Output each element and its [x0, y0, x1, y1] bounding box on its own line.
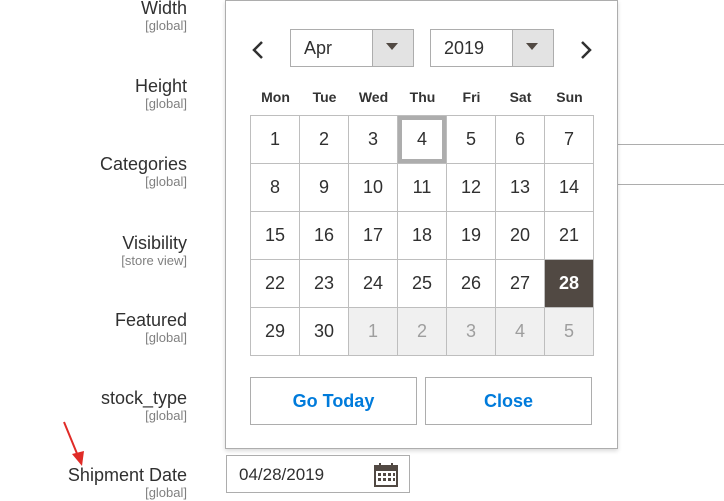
calendar-day[interactable]: 17 [348, 211, 398, 260]
field-stock-type: stock_type [global] [101, 388, 187, 423]
field-label: Visibility [122, 233, 187, 253]
field-label: Width [140, 0, 187, 18]
field-scope: [global] [145, 18, 187, 33]
month-value: Apr [304, 38, 333, 58]
field-scope: [store view] [121, 253, 187, 268]
field-categories: Categories [global] [100, 154, 187, 189]
calendar-day[interactable]: 1 [348, 307, 398, 356]
weekday-label: Mon [261, 89, 290, 105]
red-arrow-annotation [63, 421, 84, 466]
weekday-label: Fri [462, 89, 481, 105]
calendar-grid: 1 2 3 4 5 6 7 8 9 10 11 12 13 14 15 16 17 18 19 20 21 22 23 24 2… [250, 115, 594, 356]
calendar-day[interactable]: 23 [299, 259, 349, 308]
calendar-day[interactable]: 4 [495, 307, 545, 356]
calendar-day[interactable]: 24 [348, 259, 398, 308]
field-width: Width [global] [141, 0, 187, 33]
calendar-day[interactable]: 10 [348, 163, 398, 212]
chevron-left-icon[interactable] [246, 35, 270, 65]
go-today-button[interactable]: Go Today [250, 377, 417, 425]
calendar-day[interactable]: 11 [397, 163, 447, 212]
weekday-label: Sat [509, 89, 532, 105]
weekday-label: Tue [312, 89, 337, 105]
calendar-day[interactable]: 2 [299, 115, 349, 164]
weekday-label: Wed [358, 89, 389, 105]
calendar-day[interactable]: 22 [250, 259, 300, 308]
calendar-day[interactable]: 12 [446, 163, 496, 212]
field-edge [617, 184, 724, 185]
close-button[interactable]: Close [425, 377, 592, 425]
field-label: Categories [99, 154, 187, 174]
calendar-day[interactable]: 2 [397, 307, 447, 356]
year-select[interactable]: 2019 [430, 29, 554, 67]
calendar-day[interactable]: 30 [299, 307, 349, 356]
calendar-icon[interactable] [373, 462, 399, 488]
calendar-day[interactable]: 3 [446, 307, 496, 356]
chevron-down-icon [386, 43, 398, 50]
field-label: stock_type [100, 388, 187, 408]
calendar-day[interactable]: 25 [397, 259, 447, 308]
field-edge [617, 144, 724, 145]
calendar-day[interactable]: 8 [250, 163, 300, 212]
field-height: Height [global] [135, 76, 187, 111]
calendar-day[interactable]: 29 [250, 307, 300, 356]
calendar-day[interactable]: 9 [299, 163, 349, 212]
calendar-day[interactable]: 27 [495, 259, 545, 308]
calendar-day[interactable]: 3 [348, 115, 398, 164]
calendar-day-selected[interactable]: 28 [544, 259, 594, 308]
shipment-date-value: 04/28/2019 [239, 465, 325, 484]
calendar-day[interactable]: 13 [495, 163, 545, 212]
field-scope: [global] [145, 96, 187, 111]
field-visibility: Visibility [store view] [121, 233, 187, 268]
field-label: Featured [114, 310, 187, 330]
chevron-down-icon [526, 43, 538, 50]
month-dropdown-button[interactable] [372, 30, 413, 66]
calendar-week-row: 29 30 1 2 3 4 5 [250, 307, 594, 356]
field-featured: Featured [global] [115, 310, 187, 345]
field-shipment-date: Shipment Date [global] [68, 465, 187, 500]
field-label: Height [134, 76, 187, 96]
calendar-week-row: 1234567 [250, 115, 594, 164]
calendar-day[interactable]: 5 [544, 307, 594, 356]
calendar-week-row: 22 23 24 25 26 27 28 [250, 259, 594, 308]
calendar-day[interactable]: 14 [544, 163, 594, 212]
weekday-label: Sun [556, 89, 583, 105]
calendar-day[interactable]: 16 [299, 211, 349, 260]
calendar-day[interactable]: 18 [397, 211, 447, 260]
calendar-week-row: 8 9 10 11 12 13 14 [250, 163, 594, 212]
chevron-right-icon[interactable] [574, 35, 598, 65]
calendar-day[interactable]: 19 [446, 211, 496, 260]
weekday-label: Thu [409, 89, 436, 105]
calendar-day[interactable]: 20 [495, 211, 545, 260]
field-scope: [global] [145, 330, 187, 345]
calendar-day[interactable]: 21 [544, 211, 594, 260]
calendar-day[interactable]: 6 [495, 115, 545, 164]
field-scope: [global] [145, 485, 187, 500]
calendar-day[interactable]: 7 [544, 115, 594, 164]
calendar-day[interactable]: 5 [446, 115, 496, 164]
calendar-week-row: 15 16 17 18 19 20 21 [250, 211, 594, 260]
year-value: 2019 [444, 38, 485, 58]
field-scope: [global] [145, 174, 187, 189]
calendar-day[interactable]: 26 [446, 259, 496, 308]
field-scope: [global] [145, 408, 187, 423]
calendar-day[interactable]: 1 [250, 115, 300, 164]
year-dropdown-button[interactable] [512, 30, 553, 66]
calendar-day[interactable]: 15 [250, 211, 300, 260]
shipment-date-input[interactable]: 04/28/2019 [226, 455, 410, 493]
calendar-day-today[interactable]: 4 [397, 115, 447, 164]
datepicker-popup: Apr 2019 Mon Tue Wed Thu Fri Sat Sun 123… [225, 0, 618, 449]
month-select[interactable]: Apr [290, 29, 414, 67]
weekday-header: Mon Tue Wed Thu Fri Sat Sun [251, 89, 594, 105]
